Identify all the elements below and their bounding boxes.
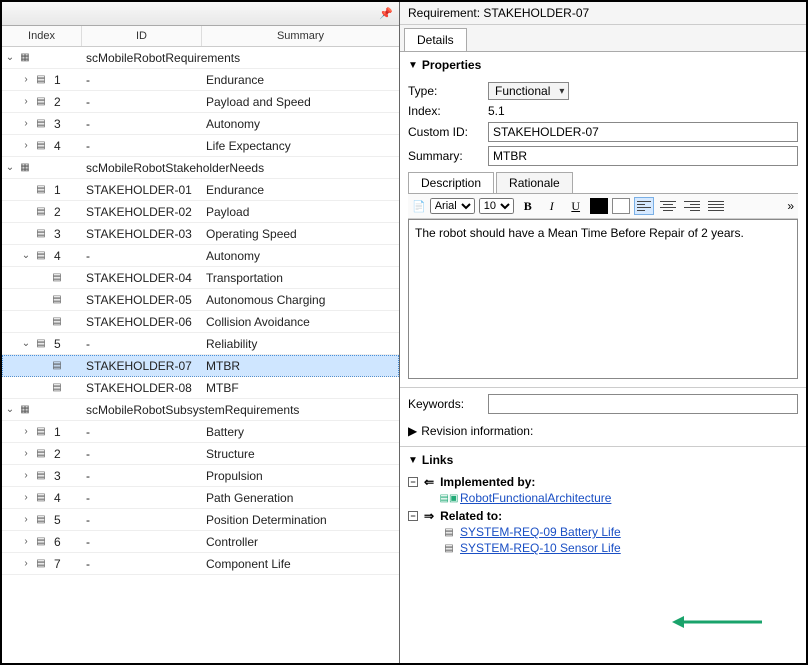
properties-label: Properties xyxy=(422,58,481,72)
tree-set-row[interactable]: ⌄scMobileRobotStakeholderNeeds xyxy=(2,157,399,179)
rich-text-toolbar: 📄 Arial 10 B I U » xyxy=(408,194,798,219)
requirements-tree[interactable]: ⌄scMobileRobotRequirements›1-Endurance›2… xyxy=(2,47,399,663)
underline-button[interactable]: U xyxy=(566,197,586,215)
related-to-label: Related to: xyxy=(440,509,502,523)
properties-form: Type: Functional Index: 5.1 Custom ID: S… xyxy=(400,76,806,387)
link-system-req-09[interactable]: SYSTEM-REQ-09 Battery Life xyxy=(460,525,621,539)
summary-label: Summary: xyxy=(408,149,480,163)
tree-row[interactable]: STAKEHOLDER-08MTBF xyxy=(2,377,399,399)
index-label: Index: xyxy=(408,104,480,118)
details-tabs: Details xyxy=(400,25,806,52)
tree-column-headers: Index ID Summary xyxy=(2,26,399,47)
bold-button[interactable]: B xyxy=(518,197,538,215)
type-select[interactable]: Functional xyxy=(488,82,569,100)
tree-row[interactable]: STAKEHOLDER-05Autonomous Charging xyxy=(2,289,399,311)
tab-rationale[interactable]: Rationale xyxy=(496,172,573,193)
properties-section-header[interactable]: ▼ Properties xyxy=(400,52,806,76)
align-right-button[interactable] xyxy=(682,197,702,215)
tree-row[interactable]: ›4-Life Expectancy xyxy=(2,135,399,157)
desc-tabs: Description Rationale xyxy=(408,172,798,194)
word-icon[interactable]: 📄 xyxy=(412,200,426,213)
arrow-out-icon: ⇒ xyxy=(424,509,434,523)
revision-label: Revision information: xyxy=(421,424,533,438)
col-header-index[interactable]: Index xyxy=(2,26,82,46)
left-panel-header: 📌 xyxy=(2,2,399,26)
type-label: Type: xyxy=(408,84,480,98)
arch-icon: ▣ xyxy=(442,491,456,505)
tree-row[interactable]: STAKEHOLDER-06Collision Avoidance xyxy=(2,311,399,333)
set-name: scMobileRobotStakeholderNeeds xyxy=(82,161,399,175)
description-textarea[interactable]: The robot should have a Mean Time Before… xyxy=(408,219,798,379)
tree-row[interactable]: 2STAKEHOLDER-02Payload xyxy=(2,201,399,223)
tree-row[interactable]: ›4-Path Generation xyxy=(2,487,399,509)
tree-row[interactable]: ›6-Controller xyxy=(2,531,399,553)
collapse-icon: ▼ xyxy=(408,455,418,466)
text-color-swatch[interactable] xyxy=(590,198,608,214)
tree-row[interactable]: ›7-Component Life xyxy=(2,553,399,575)
align-center-button[interactable] xyxy=(658,197,678,215)
links-area: − ⇐ Implemented by: ▣ RobotFunctionalArc… xyxy=(400,471,806,567)
tree-row[interactable]: ›5-Position Determination xyxy=(2,509,399,531)
arrow-in-icon: ⇐ xyxy=(424,475,434,489)
collapse-box-icon[interactable]: − xyxy=(408,477,418,487)
expand-icon: ▶ xyxy=(408,424,417,438)
link-robotfunctionalarchitecture[interactable]: RobotFunctionalArchitecture xyxy=(460,491,611,505)
revision-section-header[interactable]: ▶ Revision information: xyxy=(400,420,806,447)
set-name: scMobileRobotRequirements xyxy=(82,51,399,65)
tree-row[interactable]: ⌄4-Autonomy xyxy=(2,245,399,267)
tree-row[interactable]: 1STAKEHOLDER-01Endurance xyxy=(2,179,399,201)
align-justify-button[interactable] xyxy=(706,197,726,215)
tree-set-row[interactable]: ⌄scMobileRobotSubsystemRequirements xyxy=(2,399,399,421)
tree-row[interactable]: STAKEHOLDER-04Transportation xyxy=(2,267,399,289)
set-name: scMobileRobotSubsystemRequirements xyxy=(82,403,399,417)
tree-row[interactable]: ›2-Structure xyxy=(2,443,399,465)
tree-set-row[interactable]: ⌄scMobileRobotRequirements xyxy=(2,47,399,69)
keywords-label: Keywords: xyxy=(408,397,480,411)
doc-icon xyxy=(442,525,456,539)
col-header-summary[interactable]: Summary xyxy=(202,26,399,46)
customid-input[interactable] xyxy=(488,122,798,142)
italic-button[interactable]: I xyxy=(542,197,562,215)
doc-icon xyxy=(442,541,456,555)
annotation-arrow xyxy=(672,615,762,629)
tree-row[interactable]: ›3-Propulsion xyxy=(2,465,399,487)
details-panel: Requirement: STAKEHOLDER-07 Details ▼ Pr… xyxy=(400,2,806,663)
font-select[interactable]: Arial xyxy=(430,198,475,214)
collapse-box-icon[interactable]: − xyxy=(408,511,418,521)
tree-row[interactable]: ›1-Endurance xyxy=(2,69,399,91)
collapse-icon: ▼ xyxy=(408,60,418,71)
tree-row[interactable]: ⌄5-Reliability xyxy=(2,333,399,355)
links-label: Links xyxy=(422,453,453,467)
bg-color-swatch[interactable] xyxy=(612,198,630,214)
summary-input[interactable] xyxy=(488,146,798,166)
tree-row[interactable]: ›2-Payload and Speed xyxy=(2,91,399,113)
tree-row[interactable]: STAKEHOLDER-07MTBR xyxy=(2,355,399,377)
toolbar-overflow-icon[interactable]: » xyxy=(787,199,794,213)
requirement-title: Requirement: STAKEHOLDER-07 xyxy=(400,2,806,25)
align-left-button[interactable] xyxy=(634,197,654,215)
tab-details[interactable]: Details xyxy=(404,28,467,51)
implemented-by-label: Implemented by: xyxy=(440,475,535,489)
link-system-req-10[interactable]: SYSTEM-REQ-10 Sensor Life xyxy=(460,541,621,555)
tab-description[interactable]: Description xyxy=(408,172,494,193)
links-section-header[interactable]: ▼ Links xyxy=(400,447,806,471)
index-value: 5.1 xyxy=(488,104,505,118)
col-header-id[interactable]: ID xyxy=(82,26,202,46)
pin-icon[interactable]: 📌 xyxy=(379,7,393,20)
customid-label: Custom ID: xyxy=(408,125,480,139)
requirements-tree-panel: 📌 Index ID Summary ⌄scMobileRobotRequire… xyxy=(2,2,400,663)
keywords-input[interactable] xyxy=(488,394,798,414)
tree-row[interactable]: ›3-Autonomy xyxy=(2,113,399,135)
tree-row[interactable]: ›1-Battery xyxy=(2,421,399,443)
fontsize-select[interactable]: 10 xyxy=(479,198,514,214)
tree-row[interactable]: 3STAKEHOLDER-03Operating Speed xyxy=(2,223,399,245)
